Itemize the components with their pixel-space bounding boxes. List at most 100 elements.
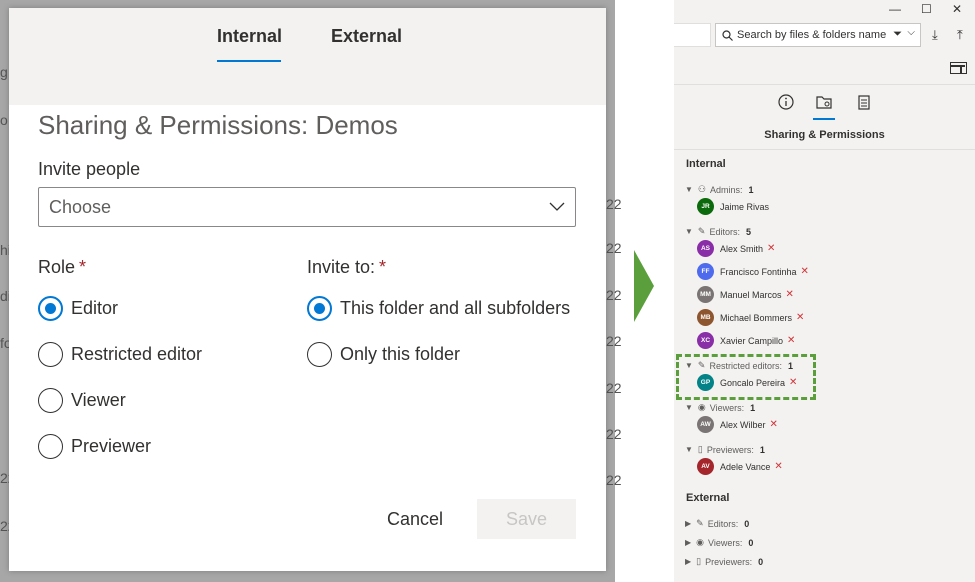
chevron-down-icon[interactable]: ⌵ — [907, 27, 915, 38]
background-text: o — [0, 112, 8, 128]
group-restricted-editors[interactable]: ▼ ✎ Restricted editors: 1 — [685, 360, 793, 371]
role-label: Role * — [38, 257, 86, 278]
expand-triangle-icon: ▼ — [685, 361, 693, 370]
radio-button[interactable] — [307, 342, 332, 367]
save-button[interactable]: Save — [477, 499, 576, 539]
required-asterisk: * — [379, 257, 387, 277]
internal-section-label: Internal — [686, 158, 726, 170]
sharing-panel: Sharing & Permissions Internal ▼ ⚇ Admin… — [674, 84, 975, 582]
role-label-text: Role — [38, 257, 76, 277]
group-count: 1 — [748, 184, 754, 195]
pencil-icon: ✎ — [697, 360, 706, 370]
group-count: 1 — [759, 444, 765, 455]
pencil-icon: ✎ — [696, 518, 704, 528]
dialog-title: Sharing & Permissions: Demos — [38, 110, 398, 140]
filter-icon[interactable]: ⏷ — [893, 28, 902, 41]
expand-triangle-icon: ▼ — [685, 403, 693, 412]
group-count: 5 — [745, 226, 751, 237]
group-external-editors[interactable]: ▶ ✎ Editors: 0 — [685, 518, 749, 529]
group-viewers[interactable]: ▼ ◉ Viewers: 1 — [685, 402, 755, 413]
radio-button-checked[interactable] — [38, 296, 63, 321]
avatar: GP — [697, 374, 714, 391]
avatar: AV — [697, 458, 714, 475]
pencil-icon: ✎ — [697, 226, 706, 236]
avatar: AW — [697, 416, 714, 433]
group-label: Editors: — [707, 518, 739, 529]
remove-icon[interactable]: ✕ — [774, 461, 782, 472]
person-row: FF Francisco Fontinha ✕ — [697, 263, 809, 280]
group-editors[interactable]: ▼ ✎ Editors: 5 — [685, 226, 751, 237]
invite-to-radio-all-subfolders[interactable]: This folder and all subfolders — [307, 296, 570, 321]
role-radio-previewer[interactable]: Previewer — [38, 434, 151, 459]
sharing-folder-icon[interactable] — [815, 93, 833, 111]
remove-icon[interactable]: ✕ — [786, 289, 794, 300]
background-text: 22 — [606, 240, 622, 256]
person-row: MB Michael Bommers ✕ — [697, 309, 804, 326]
info-icon[interactable] — [777, 93, 795, 111]
group-external-viewers[interactable]: ▶ ◉ Viewers: 0 — [685, 537, 753, 548]
clipboard-icon[interactable] — [855, 93, 873, 111]
invite-to-label-text: Invite to: — [307, 257, 376, 277]
upload-top-icon[interactable]: ⤒ — [957, 27, 963, 43]
search-placeholder: Search by files & folders name — [737, 29, 887, 41]
radio-button[interactable] — [38, 388, 63, 413]
role-radio-viewer[interactable]: Viewer — [38, 388, 126, 413]
radio-label: Restricted editor — [71, 344, 203, 364]
group-count: 0 — [748, 537, 754, 548]
invite-people-placeholder: Choose — [49, 196, 112, 217]
details-panel: — ☐ ✕ Search by files & folders name ⏷ ⌵… — [674, 0, 975, 582]
window-titlebar: — ☐ ✕ — [674, 0, 975, 22]
avatar: MM — [697, 286, 714, 303]
maximize-icon[interactable]: ☐ — [921, 2, 932, 16]
external-section-label: External — [686, 492, 730, 504]
background-text: 22 — [606, 196, 622, 212]
person-name: Michael Bommers — [720, 312, 793, 323]
invite-people-dropdown[interactable]: Choose — [38, 187, 576, 227]
person-row: GP Goncalo Pereira ✕ — [697, 374, 797, 391]
collapsed-triangle-icon: ▶ — [685, 519, 692, 528]
document-icon: ▯ — [696, 556, 702, 566]
person-name: Alex Smith — [720, 243, 764, 254]
address-field[interactable] — [674, 23, 711, 47]
person-row: AS Alex Smith ✕ — [697, 240, 775, 257]
group-label: Restricted editors: — [709, 360, 782, 371]
group-admins[interactable]: ▼ ⚇ Admins: 1 — [685, 184, 754, 195]
divider — [674, 149, 975, 150]
group-external-previewers[interactable]: ▶ ▯ Previewers: 0 — [685, 556, 763, 567]
remove-icon[interactable]: ✕ — [796, 312, 804, 323]
panel-toolbar: Search by files & folders name ⏷ ⌵ ⤓ ⤒ — [674, 22, 975, 50]
person-row: XC Xavier Campillo ✕ — [697, 332, 795, 349]
tab-external[interactable]: External — [331, 26, 402, 47]
remove-icon[interactable]: ✕ — [770, 419, 778, 430]
radio-button-checked[interactable] — [307, 296, 332, 321]
group-label: Viewers: — [709, 402, 745, 413]
minimize-icon[interactable]: — — [889, 2, 901, 16]
close-icon[interactable]: ✕ — [952, 2, 962, 16]
radio-button[interactable] — [38, 342, 63, 367]
active-tab-indicator — [217, 60, 281, 62]
download-icon[interactable]: ⤓ — [932, 27, 938, 43]
remove-icon[interactable]: ✕ — [801, 266, 809, 277]
radio-button[interactable] — [38, 434, 63, 459]
role-radio-editor[interactable]: Editor — [38, 296, 118, 321]
radio-label: This folder and all subfolders — [340, 298, 571, 318]
search-icon — [722, 29, 733, 41]
dialog-tab-bar: Internal External — [9, 8, 606, 105]
background-text: 22 — [606, 380, 622, 396]
remove-icon[interactable]: ✕ — [789, 377, 797, 388]
expand-triangle-icon: ▼ — [685, 445, 693, 454]
layout-toggle-icon[interactable] — [950, 62, 967, 74]
group-label: Editors: — [709, 226, 740, 237]
role-radio-restricted-editor[interactable]: Restricted editor — [38, 342, 202, 367]
invite-to-radio-only-this-folder[interactable]: Only this folder — [307, 342, 460, 367]
remove-icon[interactable]: ✕ — [787, 335, 795, 346]
background-text: 22 — [606, 472, 622, 488]
group-previewers[interactable]: ▼ ▯ Previewers: 1 — [685, 444, 765, 455]
tab-internal[interactable]: Internal — [217, 26, 282, 47]
group-count: 0 — [758, 556, 764, 567]
cancel-button[interactable]: Cancel — [387, 509, 443, 530]
remove-icon[interactable]: ✕ — [767, 243, 775, 254]
pane-tab-bar — [674, 93, 975, 120]
eye-icon: ◉ — [697, 402, 706, 412]
search-input[interactable]: Search by files & folders name ⏷ ⌵ — [715, 23, 921, 47]
